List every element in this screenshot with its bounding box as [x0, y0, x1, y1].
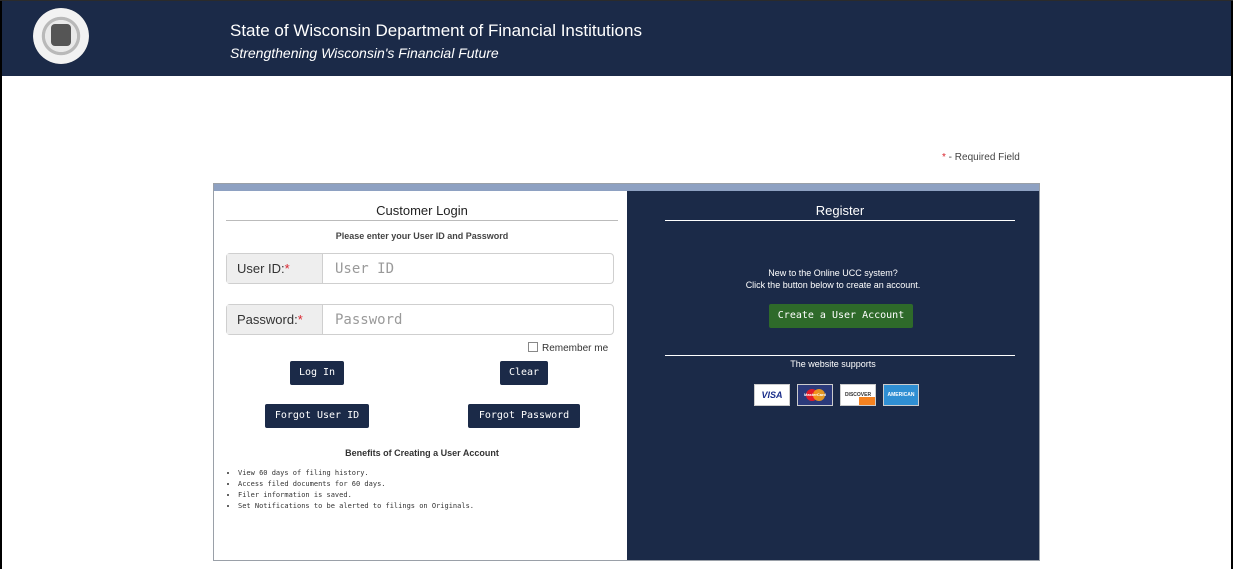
benefits-list: View 60 days of filing history. Access f… [224, 468, 474, 512]
password-input[interactable] [323, 305, 613, 334]
remember-me-label: Remember me [542, 343, 609, 354]
user-id-label: User ID:* [227, 254, 323, 283]
customer-login-title: Customer Login [226, 203, 618, 221]
user-id-input[interactable] [323, 254, 613, 283]
register-line-1: New to the Online UCC system? [768, 268, 898, 278]
create-user-account-button[interactable]: Create a User Account [769, 304, 913, 328]
site-header: State of Wisconsin Department of Financi… [0, 1, 1233, 76]
password-label-text: Password: [237, 312, 298, 327]
benefit-item: Set Notifications to be alerted to filin… [238, 501, 474, 512]
login-panel: Customer Login Please enter your User ID… [213, 183, 1040, 561]
website-supports-text: The website supports [790, 359, 876, 369]
log-in-button[interactable]: Log In [290, 361, 344, 385]
forgot-user-id-button[interactable]: Forgot User ID [265, 404, 369, 428]
mastercard-card-icon: MasterCard [797, 384, 833, 406]
panel-top-bar [214, 184, 1039, 191]
discover-card-icon: DISCOVER [840, 384, 876, 406]
amex-card-icon: AMERICAN EXPRESS [883, 384, 919, 406]
register-divider [665, 355, 1015, 356]
register-title: Register [665, 203, 1015, 221]
register-section: Register New to the Online UCC system? C… [627, 191, 1039, 560]
header-title: State of Wisconsin Department of Financi… [230, 21, 642, 40]
clear-button[interactable]: Clear [500, 361, 548, 385]
forgot-password-button[interactable]: Forgot Password [468, 404, 580, 428]
password-required-star: * [297, 312, 303, 327]
wisconsin-seal-icon [33, 8, 89, 64]
required-field-note: * - Required Field [942, 152, 1020, 163]
register-line-2: Click the button below to create an acco… [745, 280, 921, 290]
mastercard-text: MasterCard [803, 392, 826, 397]
benefits-title: Benefits of Creating a User Account [345, 448, 499, 458]
user-id-label-text: User ID: [237, 261, 285, 276]
password-label: Password:* [227, 305, 323, 334]
header-subtitle: Strengthening Wisconsin's Financial Futu… [230, 45, 499, 61]
password-field: Password:* [226, 304, 614, 335]
benefit-item: Access filed documents for 60 days. [238, 479, 474, 490]
user-id-required-star: * [284, 261, 290, 276]
benefit-item: View 60 days of filing history. [238, 468, 474, 479]
login-instructions: Please enter your User ID and Password [335, 231, 509, 241]
visa-card-icon: VISA [754, 384, 790, 406]
remember-me-checkbox[interactable] [528, 342, 538, 352]
benefit-item: Filer information is saved. [238, 490, 474, 501]
required-field-text: - Required Field [945, 152, 1020, 163]
customer-login-section: Customer Login Please enter your User ID… [214, 191, 627, 560]
left-frame [0, 76, 2, 569]
payment-cards: VISA MasterCard DISCOVER AMERICAN EXPRESS [754, 384, 926, 411]
remember-me[interactable]: Remember me [528, 342, 608, 354]
user-id-field: User ID:* [226, 253, 614, 284]
